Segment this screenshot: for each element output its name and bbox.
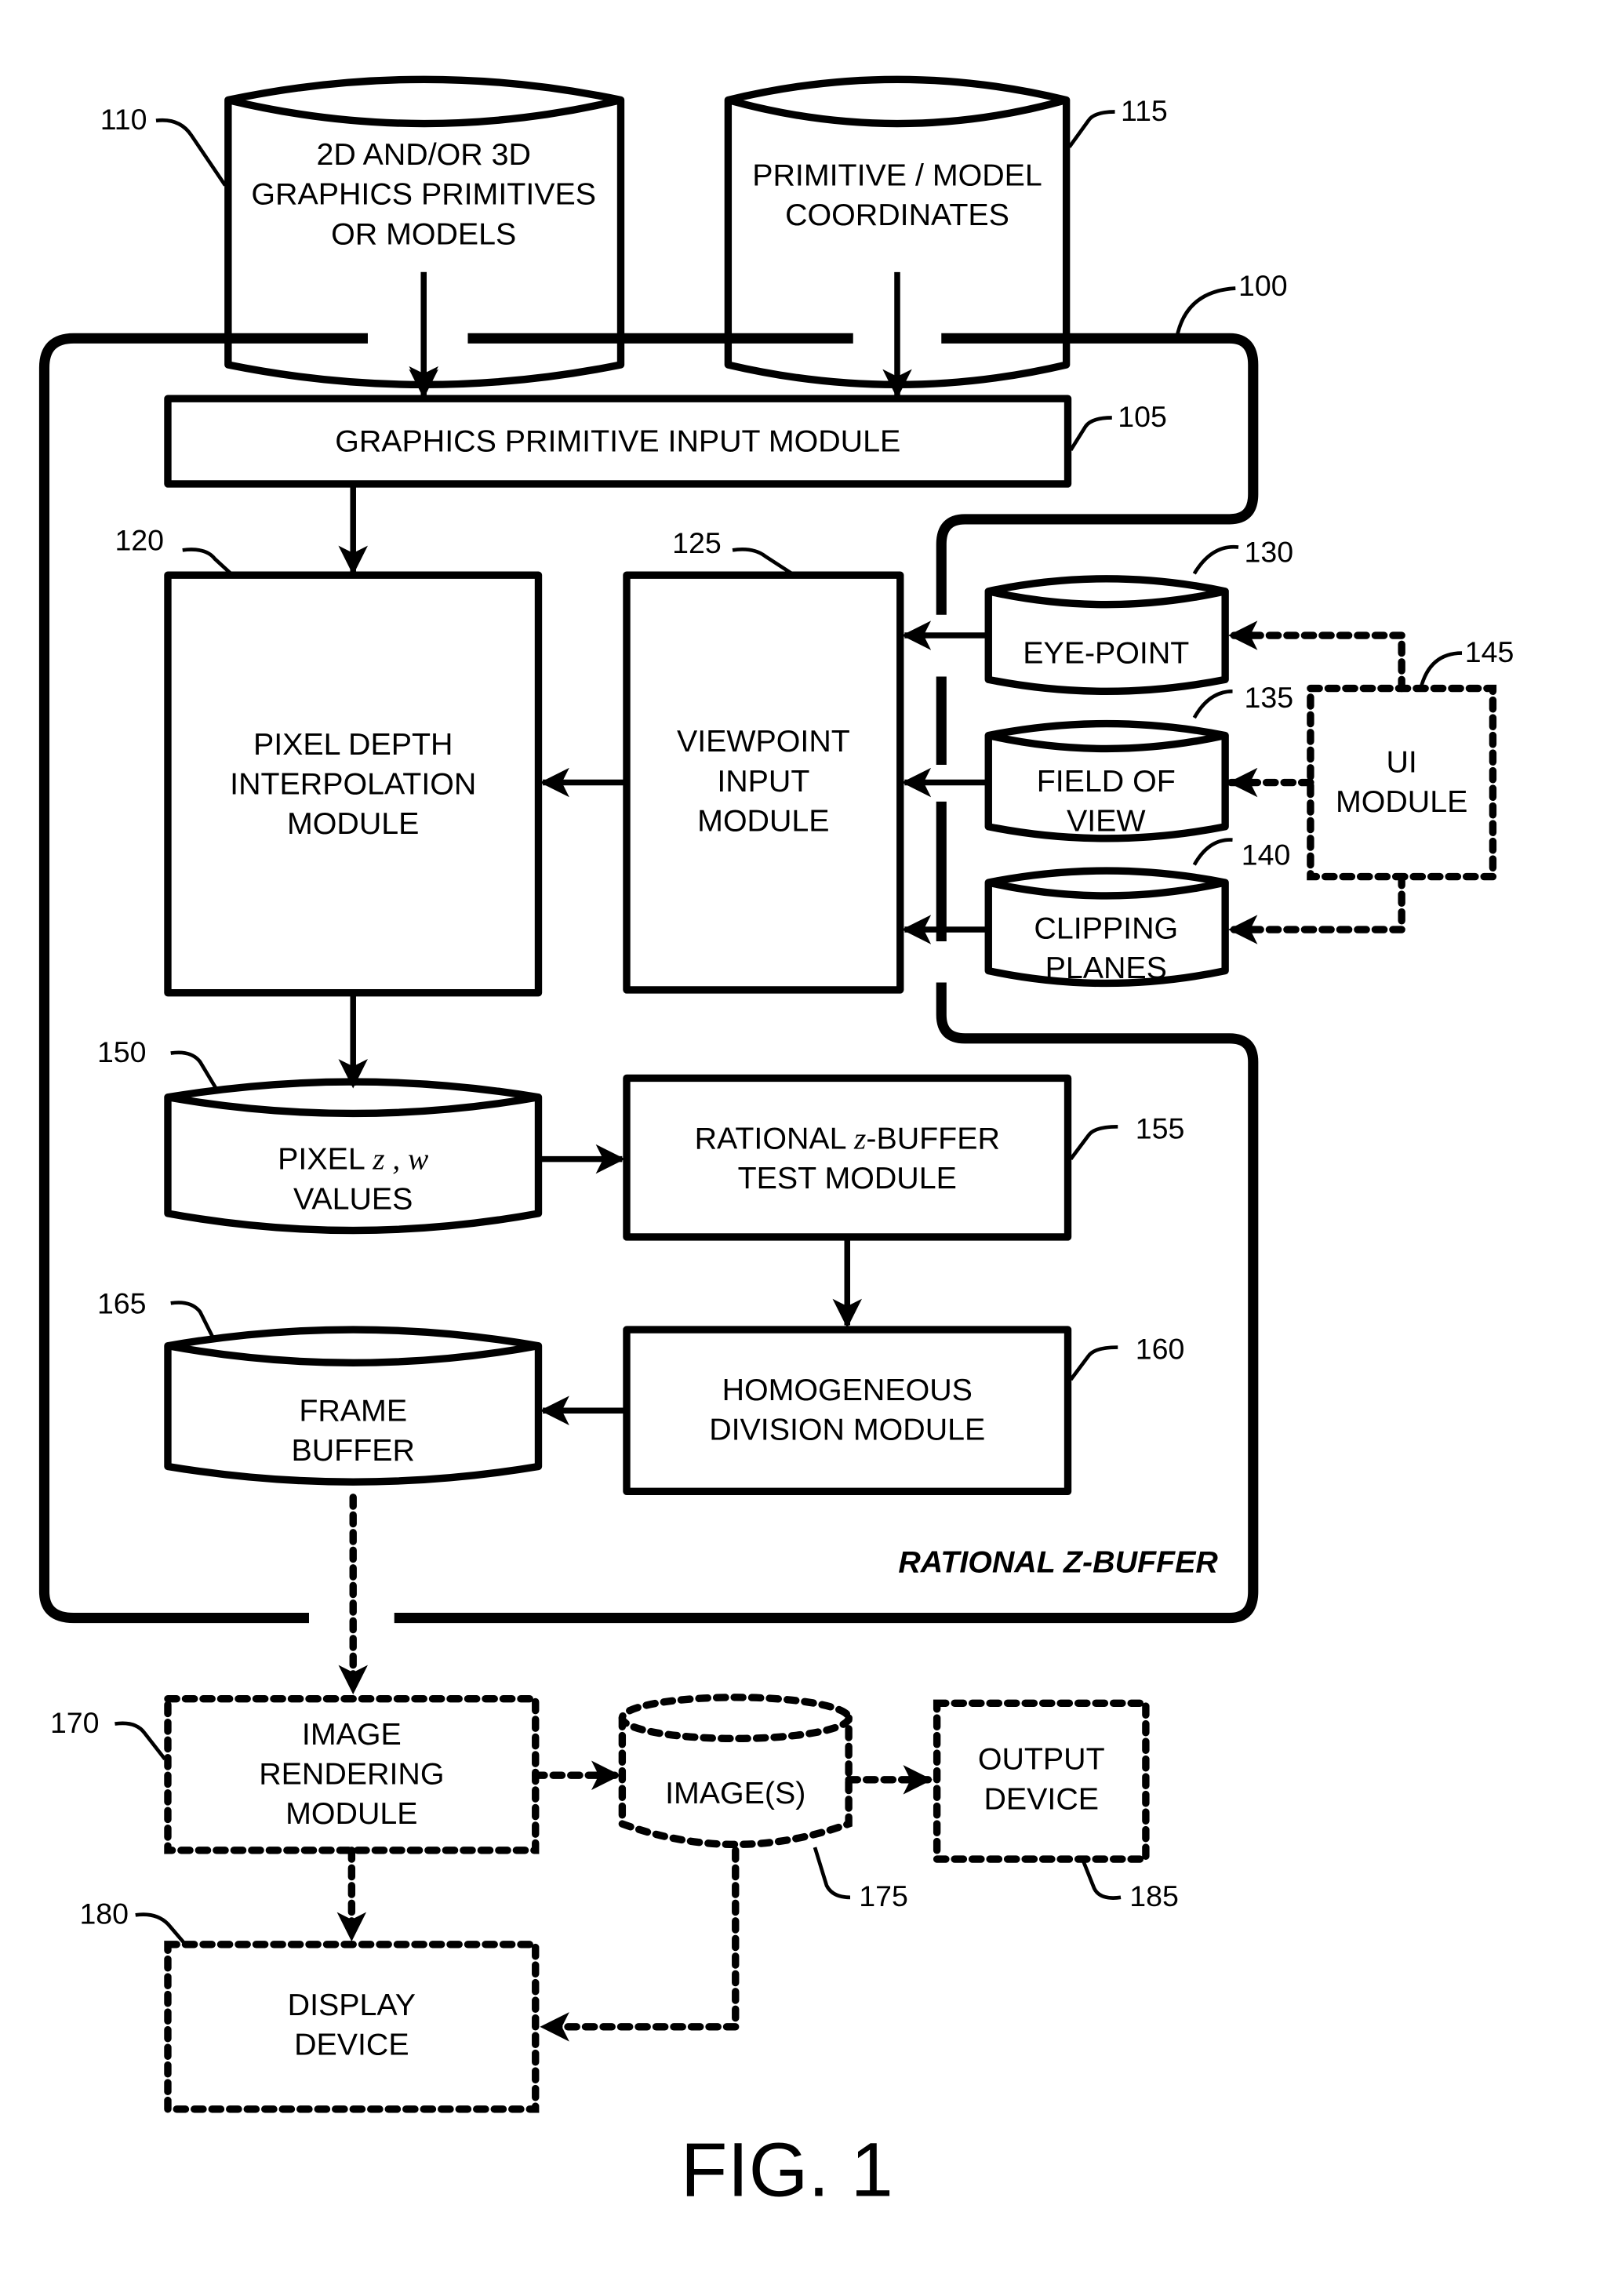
coordinates-line-1: PRIMITIVE / MODEL [752,158,1042,192]
ref-165: 165 [97,1286,147,1319]
viewpoint-line-2: INPUT [717,764,809,799]
output-line-1: OUTPUT [978,1742,1105,1777]
ref-110: 110 [100,103,147,136]
ref-145: 145 [1465,635,1514,668]
ref-180: 180 [79,1898,129,1930]
figure-caption: FIG. 1 [681,2127,893,2212]
output-line-2: DEVICE [984,1781,1099,1816]
frame-buffer-line-1: FRAME [299,1393,407,1428]
clipping-line-2: PLANES [1045,951,1167,985]
arrow-175-to-180 [539,1847,740,2042]
ref-185: 185 [1129,1879,1179,1912]
depth-line-1: PIXEL DEPTH [253,727,453,762]
ref-135: 135 [1245,681,1294,714]
primitives-line-3: OR MODELS [331,217,516,251]
ui-line-2: MODULE [1336,784,1467,819]
patent-figure: 100 RATIONAL Z-BUFFER 2D AND/OR 3D GRAPH… [38,75,1514,2212]
homogeneous-line-1: HOMOGENEOUS [722,1373,973,1407]
ref-175: 175 [859,1879,908,1912]
frame-buffer-database: FRAME BUFFER 165 [97,1286,543,1486]
ref-130: 130 [1245,535,1294,568]
viewpoint-line-1: VIEWPOINT [677,724,850,759]
graphics-primitive-input-module: GRAPHICS PRIMITIVE INPUT MODULE 105 [164,395,1167,488]
field-of-view-database: FIELD OF VIEW 135 [984,681,1294,842]
ui-module: UI MODULE 145 [1307,635,1514,881]
images-label: IMAGE(S) [665,1776,805,1810]
clipping-line-1: CLIPPING [1034,911,1178,945]
ref-150: 150 [97,1035,147,1068]
zbuffer-line-1: RATIONAL z-BUFFER [695,1121,1000,1155]
display-line-1: DISPLAY [288,1988,416,2022]
ref-160: 160 [1136,1333,1185,1366]
container-label: RATIONAL Z-BUFFER [898,1545,1218,1579]
images-database: IMAGE(S) 175 [618,1694,908,1912]
primitives-line-1: 2D AND/OR 3D [317,137,531,172]
primitives-line-2: GRAPHICS PRIMITIVES [251,177,596,212]
viewpoint-line-3: MODULE [697,803,829,838]
pixel-zw-values-database: PIXEL z , w VALUES 150 [97,1035,543,1235]
clipping-planes-database: CLIPPING PLANES 140 [984,838,1291,988]
ref-170: 170 [50,1706,100,1739]
coordinates-line-2: COORDINATES [785,198,1009,232]
eyepoint-label: EYE-POINT [1023,636,1189,671]
ref-115: 115 [1121,94,1168,127]
leader-100 [1174,286,1236,339]
render-line-1: IMAGE [302,1717,402,1752]
frame-buffer-line-2: BUFFER [291,1433,414,1468]
display-device: DISPLAY DEVICE 180 [79,1898,540,2113]
ref-125: 125 [672,526,722,559]
homogeneous-division-module: HOMOGENEOUS DIVISION MODULE 160 [623,1326,1185,1496]
ref-120: 120 [115,523,164,556]
eye-point-database: EYE-POINT 130 [984,535,1294,695]
display-line-2: DEVICE [294,2027,409,2061]
pixel-values-line-2: VALUES [293,1181,413,1216]
ref-105: 105 [1118,400,1167,433]
rational-zbuffer-test-module: RATIONAL z-BUFFER TEST MODULE 155 [623,1074,1185,1241]
arrow-145-to-140 [1227,872,1405,944]
depth-line-2: INTERPOLATION [230,767,476,802]
image-rendering-module: IMAGE RENDERING MODULE 170 [50,1695,540,1854]
pixel-values-line-1: PIXEL z , w [278,1142,428,1177]
fov-line-1: FIELD OF [1037,764,1176,799]
render-line-3: MODULE [285,1796,417,1831]
depth-line-3: MODULE [287,806,419,841]
ref-140: 140 [1242,839,1291,871]
ref-100: 100 [1238,269,1288,302]
homogeneous-line-2: DIVISION MODULE [709,1413,985,1447]
output-device: OUTPUT DEVICE 185 [933,1699,1179,1912]
ref-155: 155 [1136,1112,1185,1144]
render-line-2: RENDERING [259,1756,444,1791]
pixel-depth-interpolation-module: PIXEL DEPTH INTERPOLATION MODULE 120 [115,523,543,997]
fov-line-2: VIEW [1067,803,1146,838]
ui-line-1: UI [1386,744,1416,779]
input-module-label: GRAPHICS PRIMITIVE INPUT MODULE [335,424,900,459]
viewpoint-input-module: VIEWPOINT INPUT MODULE 125 [623,526,904,994]
zbuffer-line-2: TEST MODULE [738,1161,957,1195]
